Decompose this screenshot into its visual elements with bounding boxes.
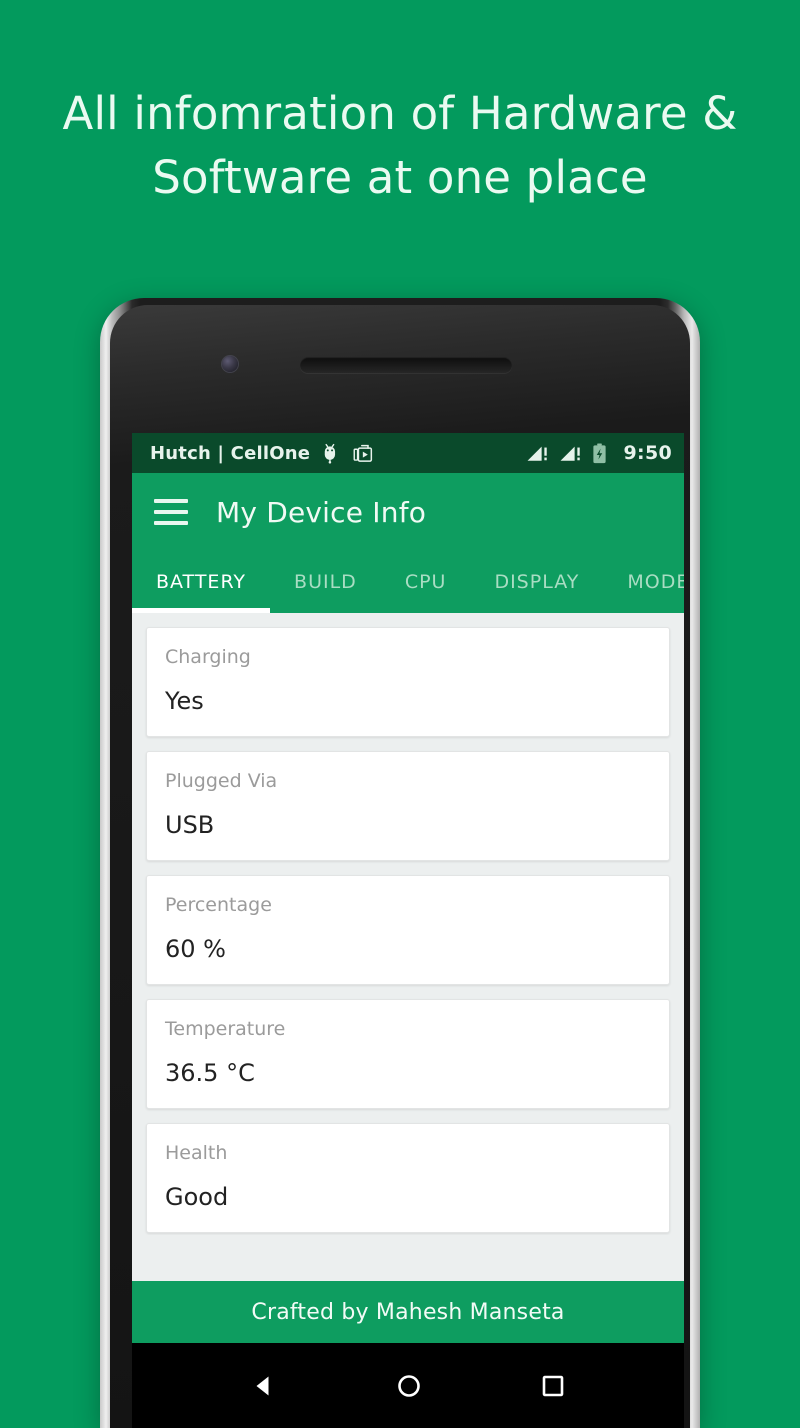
card-label: Temperature [165,1018,286,1040]
home-button[interactable] [395,1372,423,1400]
battery-info-list[interactable]: Charging Yes Plugged Via USB Percentage … [132,613,684,1235]
clock-label: 9:50 [623,442,672,464]
tab-label: DISPLAY [494,571,580,593]
back-button[interactable] [250,1372,278,1400]
info-card-charging[interactable]: Charging Yes [146,627,670,737]
phone-screen: Hutch | CellOne 9:50 My Device Info BATT… [132,433,684,1428]
info-card-health[interactable]: Health Good [146,1123,670,1233]
card-label: Charging [165,646,251,668]
page-title: My Device Info [216,495,427,529]
phone-mockup: Hutch | CellOne 9:50 My Device Info BATT… [100,298,700,1428]
hamburger-menu-icon[interactable] [154,499,188,525]
battery-charging-icon [592,443,607,464]
footer-credit-label: Crafted by Mahesh Manseta [251,1299,565,1325]
earpiece-speaker [300,357,512,373]
status-bar: Hutch | CellOne 9:50 [132,433,684,473]
tab-cpu[interactable]: CPU [381,551,471,613]
tab-label: BATTERY [156,571,247,593]
android-debug-icon [322,443,341,464]
tab-model[interactable]: MODEL [603,551,684,613]
tab-battery[interactable]: BATTERY [132,551,271,613]
signal-1-no-service-icon [526,443,550,463]
tab-label: BUILD [294,571,357,593]
tab-display[interactable]: DISPLAY [470,551,603,613]
work-profile-icon [353,443,373,463]
card-value: USB [165,811,215,839]
signal-2-no-service-icon [559,443,583,463]
carrier-label: Hutch | CellOne [150,442,311,464]
front-camera-icon [222,356,238,372]
card-value: 36.5 °C [165,1059,255,1087]
phone-body: Hutch | CellOne 9:50 My Device Info BATT… [110,305,690,1428]
recents-button[interactable] [540,1373,566,1399]
info-card-temperature[interactable]: Temperature 36.5 °C [146,999,670,1109]
promo-headline: All infomration of Hardware & Software a… [62,87,738,204]
card-label: Percentage [165,894,272,916]
info-card-percentage[interactable]: Percentage 60 % [146,875,670,985]
card-label: Health [165,1142,228,1164]
info-card-plugged-via[interactable]: Plugged Via USB [146,751,670,861]
tab-label: MODEL [627,571,684,593]
tab-bar[interactable]: BATTERY BUILD CPU DISPLAY MODEL OS [132,551,684,613]
tab-build[interactable]: BUILD [270,551,381,613]
card-value: Good [165,1183,229,1211]
footer-credit: Crafted by Mahesh Manseta [132,1281,684,1343]
android-nav-bar[interactable] [132,1343,684,1428]
tab-label: CPU [404,571,447,593]
card-value: Yes [165,687,204,715]
card-value: 60 % [165,935,226,963]
app-bar: My Device Info [132,473,684,551]
card-label: Plugged Via [165,770,278,792]
